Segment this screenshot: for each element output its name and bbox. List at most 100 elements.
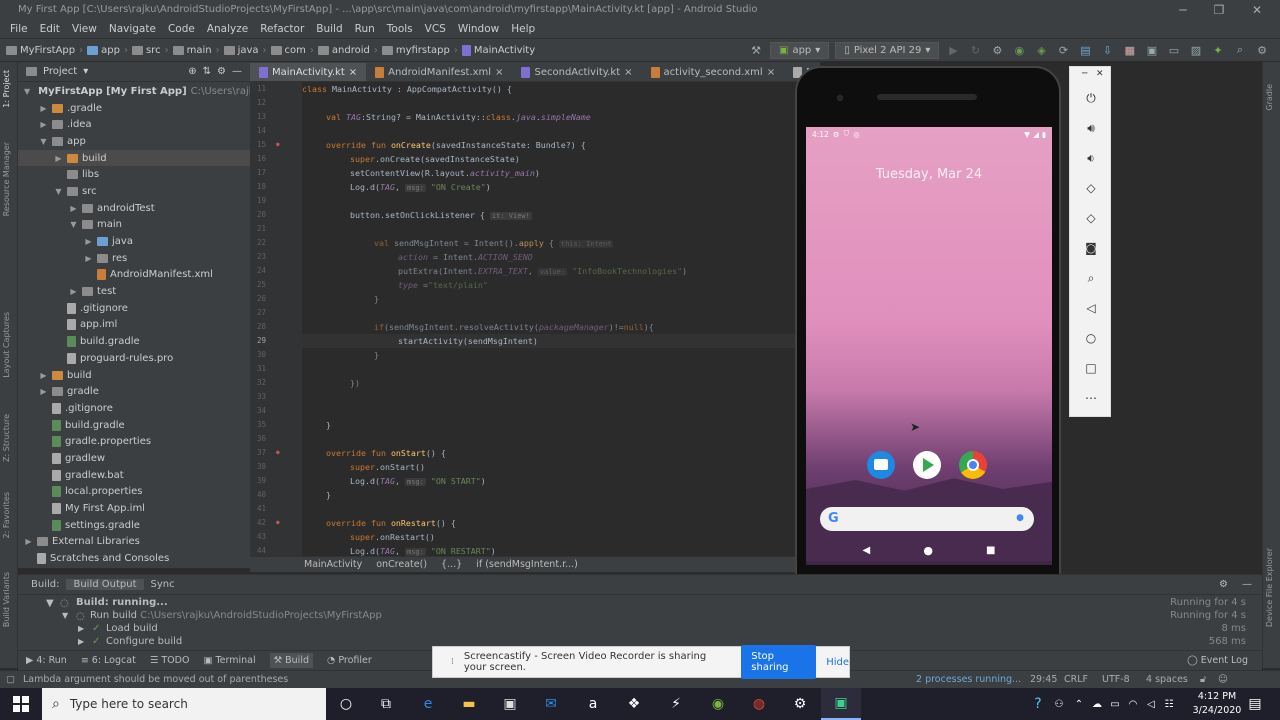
gear-icon[interactable]: ⚙ xyxy=(1212,579,1235,590)
apply-changes-icon[interactable]: ↻ xyxy=(967,42,983,58)
menu-refactor[interactable]: Refactor xyxy=(254,23,310,35)
hammer-icon[interactable]: ⚒ xyxy=(748,42,764,58)
layout-inspector-icon[interactable]: ▣ xyxy=(1144,42,1160,58)
device-manager-icon[interactable]: ▭ xyxy=(1166,42,1182,58)
breadcrumb-item[interactable]: myfirstapp xyxy=(381,45,450,56)
minimize-icon[interactable]: ─ xyxy=(1166,0,1200,20)
tree-item[interactable]: app.iml xyxy=(18,317,250,334)
tree-item[interactable]: ▼ MyFirstApp [My First App]C:\Users\rajku… xyxy=(18,83,250,100)
hide-button[interactable]: Hide xyxy=(826,657,849,668)
tree-item[interactable]: ▶ .idea xyxy=(18,116,250,133)
run-config-select[interactable]: ▣ app ▾ xyxy=(770,41,830,59)
settings-icon[interactable]: ⚙ xyxy=(1254,42,1270,58)
tool-run-button[interactable]: ▶ 4: Run xyxy=(26,655,67,666)
tree-item[interactable]: ▶ External Libraries xyxy=(18,534,250,551)
resource-manager-stripe-button[interactable]: Resource Manager xyxy=(2,142,11,216)
processes-running[interactable]: 2 processes running... xyxy=(916,674,1021,685)
structure-stripe-button[interactable]: Z: Structure xyxy=(2,414,11,462)
gear-icon[interactable]: ⚙ xyxy=(217,66,226,77)
menu-navigate[interactable]: Navigate xyxy=(103,23,162,35)
tool-terminal-button[interactable]: ▣ Terminal xyxy=(203,655,255,666)
project-view-select[interactable]: Project xyxy=(43,66,77,77)
tree-item[interactable]: ▶ res xyxy=(18,250,250,267)
run-build-line[interactable]: Run build C:\Users\rajku\AndroidStudioPr… xyxy=(90,610,382,621)
menu-run[interactable]: Run xyxy=(349,23,381,35)
tree-item[interactable]: ▶ gradle xyxy=(18,383,250,400)
device-file-explorer-stripe-button[interactable]: Device File Explorer xyxy=(1265,548,1274,627)
expand-arrow-icon[interactable]: ▶ xyxy=(24,537,33,546)
menu-window[interactable]: Window xyxy=(452,23,505,35)
home-date[interactable]: Tuesday, Mar 24 xyxy=(806,167,1052,182)
emulator-taskbar-icon[interactable]: ▣ xyxy=(821,688,861,720)
debug-icon[interactable]: ⚙ xyxy=(989,42,1005,58)
expand-arrow-icon[interactable]: ▶ xyxy=(84,254,93,263)
override-marker-icon[interactable]: ● xyxy=(276,141,280,148)
expand-arrow-icon[interactable]: ▶ xyxy=(39,371,48,380)
expand-arrow-icon[interactable]: ▶ xyxy=(39,120,48,129)
help-icon[interactable]: ? xyxy=(1028,688,1048,720)
locate-icon[interactable]: ⊕ xyxy=(188,66,196,77)
taskbar-search-input[interactable]: Type here to search xyxy=(70,697,188,711)
device-select[interactable]: ▯ Pixel 2 API 29 ▾ xyxy=(835,41,940,59)
zoom-icon[interactable]: ⌕ xyxy=(1070,271,1112,286)
tree-item[interactable]: ▶ androidTest xyxy=(18,200,250,217)
build-variants-stripe-button[interactable]: Build Variants xyxy=(2,572,11,627)
menu-file[interactable]: File xyxy=(4,23,34,35)
inspector-icon[interactable]: ☺ xyxy=(1218,674,1228,685)
breadcrumb-item[interactable]: MyFirstApp xyxy=(6,45,75,56)
close-icon[interactable]: × xyxy=(767,67,775,78)
lock-icon[interactable]: 🔓︎ xyxy=(1200,674,1206,685)
menu-edit[interactable]: Edit xyxy=(34,23,66,35)
attach-debugger-icon[interactable]: ◈ xyxy=(1033,42,1049,58)
menu-vcs[interactable]: VCS xyxy=(419,23,452,35)
collapse-arrow-icon[interactable]: ▼ xyxy=(46,598,54,609)
breadcrumb-item[interactable]: main xyxy=(172,45,212,56)
volume-icon[interactable]: ◁ xyxy=(1142,688,1160,720)
tree-item[interactable]: My First App.iml xyxy=(18,500,250,517)
menu-analyze[interactable]: Analyze xyxy=(201,23,254,35)
menu-build[interactable]: Build xyxy=(310,23,348,35)
dropbox-icon[interactable]: ❖ xyxy=(614,688,654,720)
expand-arrow-icon[interactable]: ▶ xyxy=(39,104,48,113)
tree-item[interactable]: ▼ src xyxy=(18,183,250,200)
tree-item[interactable]: gradlew xyxy=(18,450,250,467)
close-icon[interactable]: × xyxy=(495,67,503,78)
tab-build-output[interactable]: Build Output xyxy=(66,579,144,590)
event-log-button[interactable]: ◯ Event Log xyxy=(1187,655,1262,666)
file-encoding[interactable]: UTF-8 xyxy=(1102,674,1130,685)
expand-arrow-icon[interactable]: ▶ xyxy=(69,287,78,296)
home-icon[interactable]: ● xyxy=(923,544,933,557)
people-icon[interactable]: ⚇ xyxy=(1050,688,1068,720)
breadcrumb-item[interactable]: java xyxy=(223,45,259,56)
power-automate-icon[interactable]: ⚡︎ xyxy=(656,688,696,720)
chevron-down-icon[interactable]: ▾ xyxy=(83,66,88,77)
network-icon[interactable]: ◠ xyxy=(1124,688,1142,720)
android-sdk-icon[interactable]: ✦ xyxy=(1210,42,1226,58)
onedrive-icon[interactable]: ☁ xyxy=(1088,688,1106,720)
breadcrumb-item[interactable]: com xyxy=(270,45,306,56)
breadcrumb-item[interactable]: app xyxy=(87,45,120,56)
project-structure-icon[interactable]: ▦ xyxy=(1122,42,1138,58)
project-stripe-button[interactable]: 1: Project xyxy=(2,70,11,108)
assistant-icon[interactable]: ● xyxy=(1016,513,1024,523)
edge-icon[interactable]: e xyxy=(408,688,448,720)
volume-down-icon[interactable]: 🔉︎ xyxy=(1070,151,1112,166)
home-icon[interactable]: ○ xyxy=(1070,331,1112,345)
sync-icon[interactable]: ⟳ xyxy=(1055,42,1071,58)
drag-handle-icon[interactable]: ⁞ xyxy=(451,657,454,667)
editor-tab[interactable]: AndroidManifest.xml × xyxy=(366,62,512,81)
tool-logcat-button[interactable]: ≡ 6: Logcat xyxy=(81,655,136,666)
settings-icon[interactable]: ⚙ xyxy=(780,688,820,720)
volume-up-icon[interactable]: 🔊︎ xyxy=(1070,121,1112,136)
minimize-icon[interactable]: ─ xyxy=(1082,69,1087,79)
close-icon[interactable]: × xyxy=(624,67,632,78)
messages-app-icon[interactable] xyxy=(867,451,895,479)
language-icon[interactable]: ☷ xyxy=(1160,688,1178,720)
code-breadcrumb-item[interactable]: onCreate() xyxy=(376,559,427,570)
override-marker-icon[interactable]: ● xyxy=(276,519,280,526)
overview-icon[interactable]: ■ xyxy=(986,545,995,556)
hide-icon[interactable]: — xyxy=(1235,579,1262,590)
rotate-right-icon[interactable]: ◇ xyxy=(1070,211,1112,225)
back-icon[interactable]: ◀ xyxy=(863,545,871,556)
sdk-manager-icon[interactable]: ⇩ xyxy=(1099,42,1115,58)
